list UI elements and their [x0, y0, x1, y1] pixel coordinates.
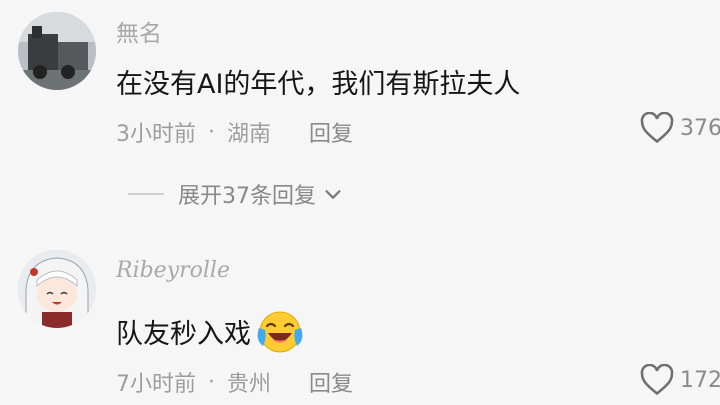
like-count: 376 [680, 115, 720, 141]
reply-button[interactable]: 回复 [309, 116, 353, 148]
expand-replies-button[interactable]: 展开37条回复 [128, 178, 344, 210]
heart-icon [640, 364, 674, 396]
expand-replies-label: 展开37条回复 [178, 184, 316, 209]
like-count: 172 [680, 367, 720, 393]
like-button[interactable]: 376 [640, 112, 720, 144]
comment-username[interactable]: Ribeyrolle [116, 258, 230, 283]
comment-time: 3小时前 [116, 122, 196, 147]
comment-time: 7小时前 [116, 372, 196, 397]
laughing-crying-emoji-icon [255, 306, 305, 356]
comment-meta: 3小时前 · 湖南 回复 [116, 116, 353, 148]
comment-text: 在没有AI的年代，我们有斯拉夫人 [116, 69, 521, 100]
comment-text: 队友秒入戏 [116, 306, 305, 356]
comment-item: Ribeyrolle 队友秒入戏 7小时前 · 贵州 回复 172 [0, 240, 720, 405]
comment-meta: 7小时前 · 贵州 回复 [116, 366, 353, 398]
anime-girl-avatar-icon [18, 250, 96, 328]
comment-username[interactable]: 無名 [116, 14, 162, 48]
like-button[interactable]: 172 [640, 364, 720, 396]
chevron-down-icon [325, 190, 341, 199]
user-avatar[interactable] [18, 12, 96, 90]
reply-button[interactable]: 回复 [309, 366, 353, 398]
meta-separator: · [208, 369, 215, 395]
divider-line [128, 193, 164, 195]
comment-item: 無名 在没有AI的年代，我们有斯拉夫人 3小时前 · 湖南 回复 376 展开3… [0, 0, 720, 240]
comment-text-body: 队友秒入戏 [116, 318, 251, 350]
heart-icon [640, 112, 674, 144]
comment-location: 湖南 [227, 122, 272, 147]
train-photo-avatar-icon [18, 12, 96, 90]
comment-location: 贵州 [227, 372, 272, 397]
meta-separator: · [208, 119, 215, 145]
user-avatar[interactable] [18, 250, 96, 328]
